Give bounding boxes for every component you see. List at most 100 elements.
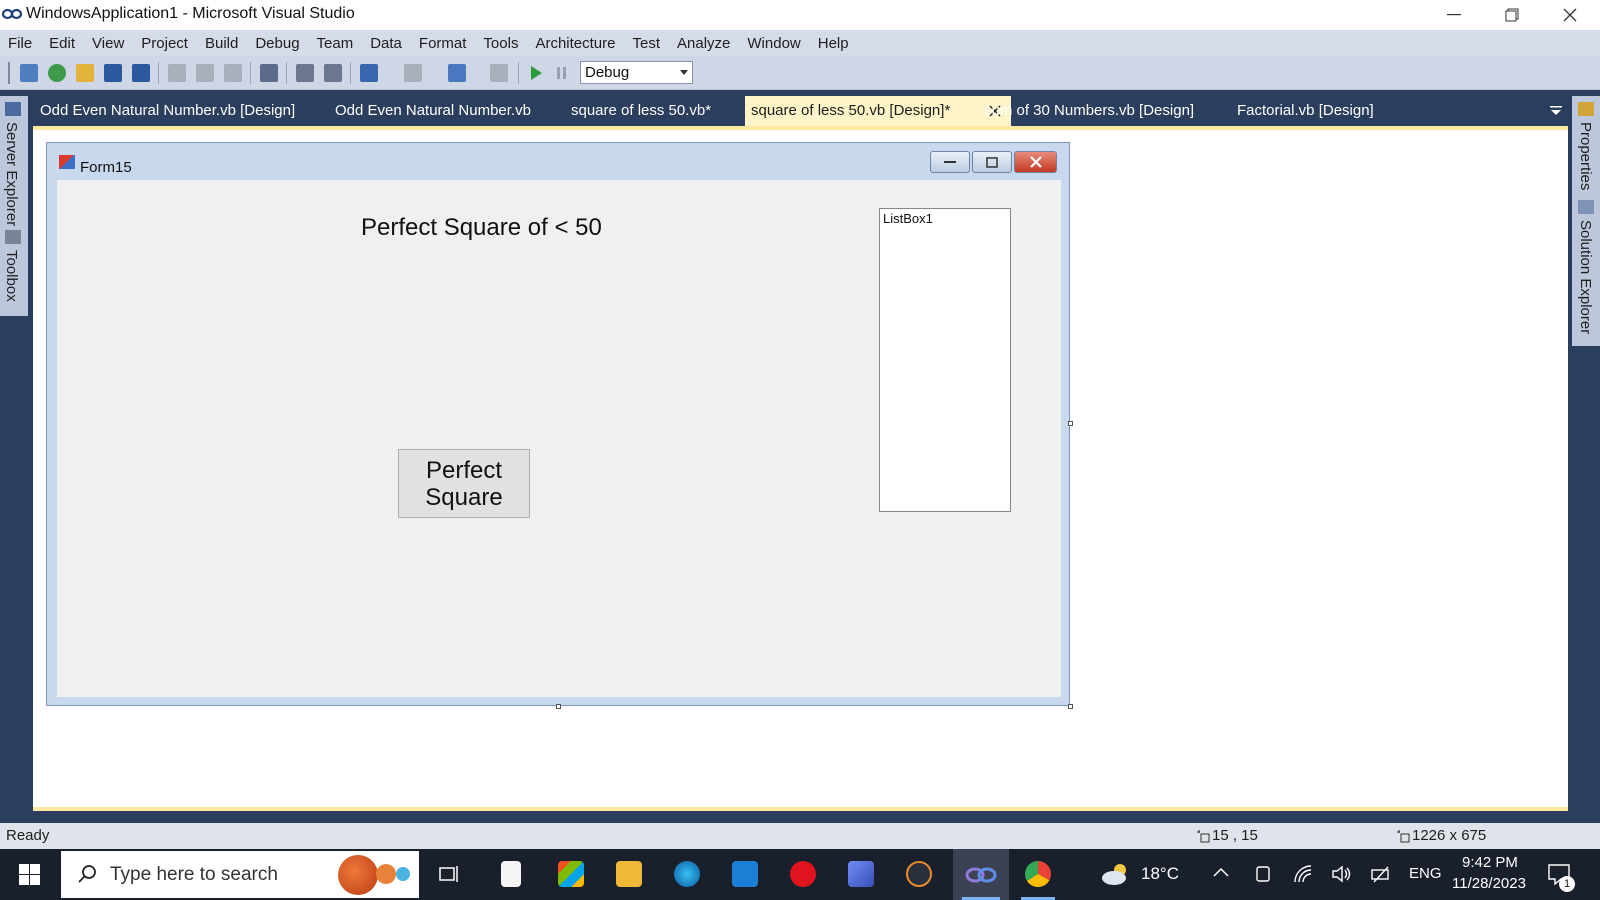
- form-icon: [59, 155, 75, 169]
- close-icon: [1029, 156, 1042, 168]
- status-size: 1226 x 675: [1412, 827, 1487, 844]
- location-icon: [1197, 830, 1210, 843]
- menu-analyze[interactable]: Analyze: [677, 35, 730, 52]
- app-icon[interactable]: [906, 861, 932, 887]
- resize-handle-right[interactable]: [1068, 421, 1073, 426]
- save-all-icon[interactable]: [132, 64, 150, 82]
- weather-cloudy-icon[interactable]: [1100, 861, 1132, 887]
- tab-odd-even-design[interactable]: Odd Even Natural Number.vb [Design]: [40, 96, 295, 126]
- listbox1[interactable]: ListBox1: [879, 208, 1011, 512]
- add-item-icon[interactable]: [48, 64, 66, 82]
- maximize-icon: [986, 156, 998, 168]
- toolbar-grip[interactable]: [8, 62, 10, 84]
- button-line-1: Perfect: [425, 456, 502, 484]
- toolbar-separator: [286, 62, 287, 84]
- menu-view[interactable]: View: [92, 35, 124, 52]
- status-text: Ready: [6, 827, 50, 844]
- notepad-icon[interactable]: [501, 861, 521, 887]
- new-project-icon[interactable]: [20, 64, 38, 82]
- menu-test[interactable]: Test: [633, 35, 661, 52]
- windows-start-icon[interactable]: [19, 864, 40, 885]
- server-explorer-tab[interactable]: Server Explorer: [3, 122, 20, 226]
- menu-file[interactable]: File: [8, 35, 32, 52]
- tab-sum-of-30-design[interactable]: sum of 30 Numbers.vb [Design]: [984, 96, 1194, 126]
- navigate-backward-icon[interactable]: [448, 64, 466, 82]
- standard-toolbar: [0, 56, 1600, 90]
- search-highlight-image: [338, 855, 378, 895]
- toolbar-separator: [250, 62, 251, 84]
- restore-window-button[interactable]: [1483, 0, 1541, 30]
- form-client-area: Perfect Square of < 50 Perfect Square Li…: [57, 180, 1061, 697]
- cut-icon[interactable]: [168, 64, 186, 82]
- find-icon[interactable]: [260, 64, 278, 82]
- minimize-window-button[interactable]: [1425, 0, 1483, 30]
- close-window-button[interactable]: [1541, 0, 1599, 30]
- restore-icon: [1505, 8, 1519, 22]
- notification-badge: 1: [1559, 876, 1575, 892]
- resize-handle-bottom[interactable]: [556, 704, 561, 709]
- undo-icon[interactable]: [360, 64, 378, 82]
- resize-handle-corner[interactable]: [1068, 704, 1073, 709]
- form-close-button[interactable]: [1014, 151, 1057, 173]
- perfect-square-button[interactable]: Perfect Square: [398, 449, 530, 518]
- menu-data[interactable]: Data: [370, 35, 402, 52]
- start-debugging-icon[interactable]: [529, 65, 543, 81]
- form-minimize-button[interactable]: [930, 151, 970, 173]
- menu-window[interactable]: Window: [747, 35, 800, 52]
- comment-lines-icon[interactable]: [296, 64, 314, 82]
- clock-date[interactable]: 11/28/2023: [1452, 875, 1526, 892]
- copy-icon[interactable]: [196, 64, 214, 82]
- taskbar-search-box[interactable]: Type here to search: [61, 851, 419, 898]
- heading-label[interactable]: Perfect Square of < 50: [361, 214, 602, 242]
- solution-explorer-tab[interactable]: Solution Explorer: [1577, 220, 1594, 334]
- input-language[interactable]: ENG: [1409, 865, 1442, 882]
- chevron-up-icon[interactable]: [1213, 867, 1229, 877]
- chrome-browser-icon[interactable]: [1025, 861, 1051, 887]
- tab-factorial-design[interactable]: Factorial.vb [Design]: [1237, 96, 1374, 126]
- tab-square-design-active[interactable]: square of less 50.vb [Design]*: [745, 96, 1011, 126]
- menu-tools[interactable]: Tools: [483, 35, 518, 52]
- menu-edit[interactable]: Edit: [49, 35, 75, 52]
- break-all-icon[interactable]: [556, 66, 568, 80]
- tab-odd-even-code[interactable]: Odd Even Natural Number.vb: [335, 96, 531, 126]
- uncomment-lines-icon[interactable]: [324, 64, 342, 82]
- form15-window[interactable]: Form15 Perfect Square of < 50 Perfect Sq…: [46, 142, 1070, 706]
- search-icon: [78, 865, 96, 883]
- menu-format[interactable]: Format: [419, 35, 467, 52]
- menu-architecture[interactable]: Architecture: [535, 35, 615, 52]
- toolbox-tab[interactable]: Toolbox: [3, 250, 20, 302]
- tab-square-code[interactable]: square of less 50.vb*: [571, 96, 711, 126]
- menu-help[interactable]: Help: [818, 35, 849, 52]
- paste-icon[interactable]: [224, 64, 242, 82]
- menu-project[interactable]: Project: [141, 35, 188, 52]
- properties-tab[interactable]: Properties: [1577, 122, 1594, 190]
- mail-icon[interactable]: [732, 861, 758, 887]
- tab-overflow-dropdown-icon[interactable]: [1549, 104, 1563, 118]
- menu-team[interactable]: Team: [317, 35, 354, 52]
- solution-configuration-dropdown[interactable]: Debug: [580, 61, 693, 84]
- microsoft-store-icon[interactable]: [558, 861, 584, 887]
- menu-build[interactable]: Build: [205, 35, 238, 52]
- form-maximize-button[interactable]: [972, 151, 1012, 173]
- windows-taskbar: Type here to search 18°C ENG 9:42 PM 11/…: [0, 849, 1600, 900]
- save-icon[interactable]: [104, 64, 122, 82]
- open-file-icon[interactable]: [76, 64, 94, 82]
- clock-time[interactable]: 9:42 PM: [1462, 854, 1518, 871]
- edge-browser-icon[interactable]: [674, 861, 700, 887]
- redo-icon[interactable]: [404, 64, 422, 82]
- size-icon: [1397, 830, 1410, 843]
- visual-studio-taskbar-icon[interactable]: [965, 864, 997, 886]
- volume-icon[interactable]: [1331, 864, 1353, 884]
- menu-debug[interactable]: Debug: [255, 35, 299, 52]
- app-icon[interactable]: [848, 861, 874, 887]
- search-highlight-planet-icon: [376, 864, 396, 884]
- battery-icon[interactable]: [1370, 864, 1392, 884]
- opera-browser-icon[interactable]: [790, 861, 816, 887]
- task-view-icon[interactable]: [439, 864, 461, 884]
- network-icon[interactable]: [1293, 864, 1313, 884]
- navigate-forward-icon[interactable]: [490, 64, 508, 82]
- meet-now-icon[interactable]: [1255, 864, 1271, 884]
- file-explorer-icon[interactable]: [616, 861, 642, 887]
- minimize-icon: [1447, 14, 1461, 16]
- left-tool-strip: Server Explorer Toolbox: [0, 96, 28, 316]
